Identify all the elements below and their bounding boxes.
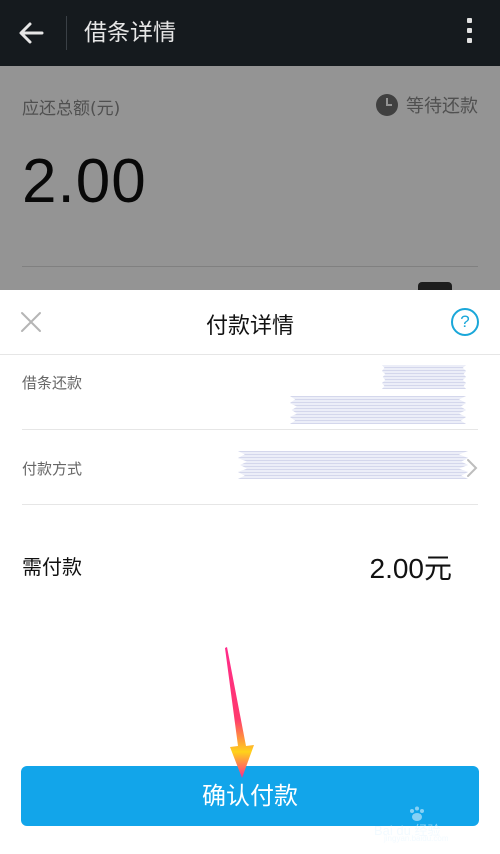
page-title: 借条详情 [84,20,176,46]
arrow-left-icon[interactable] [14,17,48,49]
payment-method-label: 付款方式 [22,460,83,478]
app-bar: 借条详情 [0,0,500,66]
watermark-url: jingyan.baidu.com [384,834,449,843]
header-divider [0,354,500,355]
payment-details-sheet: 付款详情 ? 借条还款 付款方式 需付款 2.00元 确认付款 Bai du 经… [0,290,500,854]
watermark: Bai du 经验 jingyan.baidu.com [374,806,470,843]
sheet-title: 付款详情 [205,314,294,339]
loan-repayment-label: 借条还款 [22,374,83,392]
annotation-arrow [225,647,254,778]
more-vertical-icon[interactable] [464,18,474,48]
chevron-right-icon[interactable] [466,458,478,478]
redacted-value [382,365,466,389]
sheet-header: 付款详情 ? [0,290,500,354]
amount-due-label: 需付款 [22,555,82,579]
redacted-value [290,396,466,424]
question-circle-icon[interactable]: ? [451,308,479,336]
appbar-divider [66,16,67,50]
redacted-value [238,451,468,479]
row-divider [22,504,478,505]
row-divider [22,429,478,430]
modal-scrim[interactable] [0,66,500,290]
amount-due-value: 2.00元 [369,553,453,584]
